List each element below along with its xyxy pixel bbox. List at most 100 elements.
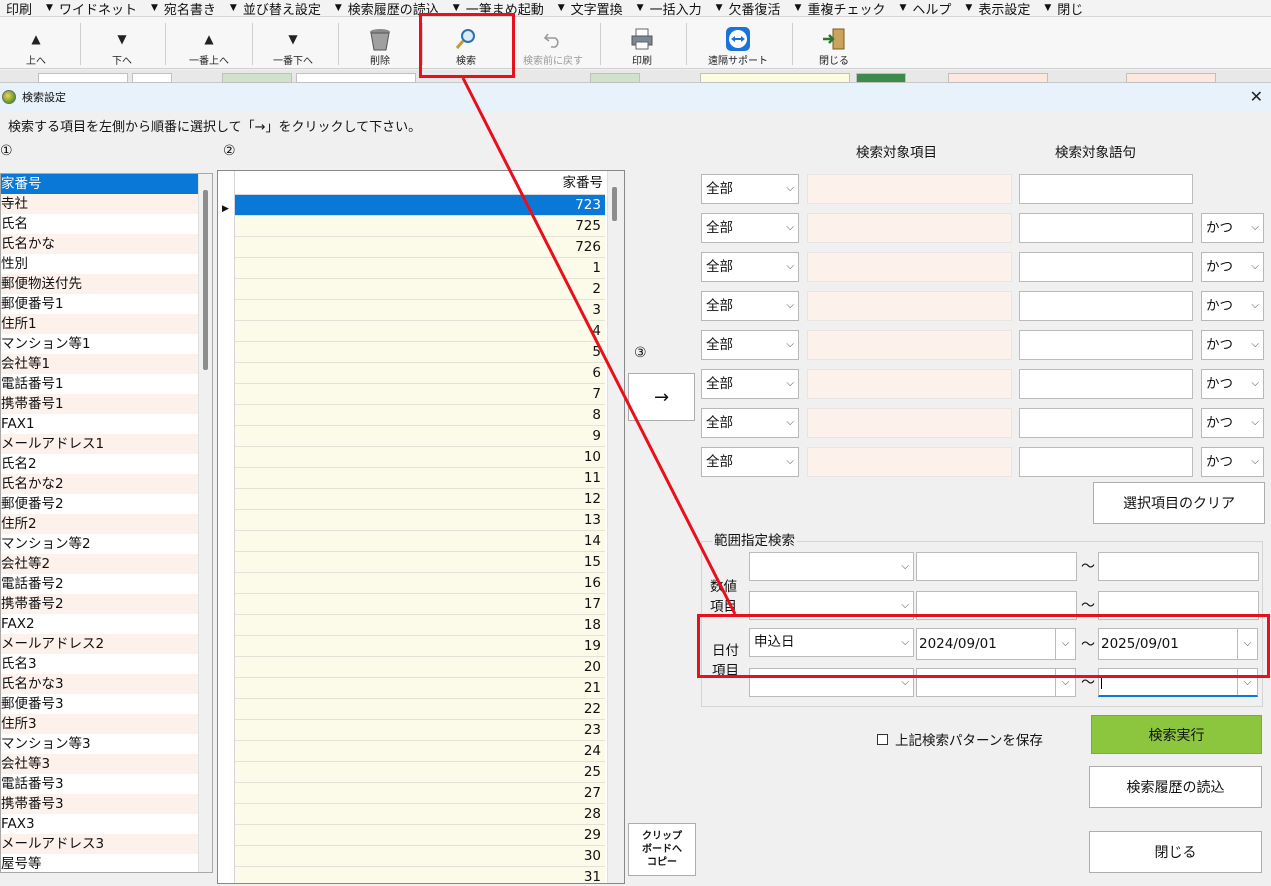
field-list-item[interactable]: FAX2 [1,614,199,634]
delete-button[interactable]: 削除 [356,21,404,67]
grid-row[interactable]: 6 [235,363,605,384]
field-list-item[interactable]: 郵便番号1 [1,294,199,314]
print-button[interactable]: 印刷 [620,21,664,67]
grid-scrollbar[interactable] [607,171,624,883]
menu-item[interactable]: ▼ 文字置換 [558,0,623,17]
menu-item[interactable]: ▼ 欠番復活 [716,0,781,17]
criteria-term-input[interactable] [1019,330,1193,360]
numeric-from-input-1[interactable] [916,552,1077,581]
field-list[interactable]: 家番号 寺社 氏名 氏名かな 性別 郵便物送付先 郵便番号1 住所1 マンション等1 会社等1 電話… [0,173,213,873]
conjunction-select[interactable]: かつ ⌵ [1201,213,1264,243]
scope-select[interactable]: 全部 ⌵ [701,447,799,477]
field-list-item[interactable]: 家番号 [1,174,199,194]
field-list-item[interactable]: メールアドレス3 [1,834,199,854]
grid-row[interactable]: 3 [235,300,605,321]
bottom-button[interactable]: ▼ 一番下へ [262,21,324,67]
field-list-item[interactable]: 郵便番号3 [1,694,199,714]
field-list-item[interactable]: 氏名3 [1,654,199,674]
criteria-term-input[interactable] [1019,252,1193,282]
grid-row[interactable]: 13 [235,510,605,531]
close-icon[interactable]: ✕ [1250,87,1263,106]
up-button[interactable]: ▲ 上へ [12,21,60,67]
grid-row[interactable]: 20 [235,657,605,678]
grid-row[interactable]: 16 [235,573,605,594]
grid-row[interactable]: 24 [235,741,605,762]
close-toolbar-button[interactable]: 閉じる [810,21,858,67]
grid-row[interactable]: 22 [235,699,605,720]
grid-row[interactable]: 15 [235,552,605,573]
execute-search-button[interactable]: 検索実行 [1091,715,1262,754]
grid-row[interactable]: 25 [235,762,605,783]
field-list-item[interactable]: 会社等3 [1,754,199,774]
field-list-item[interactable]: 性別 [1,254,199,274]
grid-row[interactable]: 7 [235,384,605,405]
undo-search-button[interactable]: 検索前に戻す [514,21,592,67]
menu-item[interactable]: ▼ 表示設定 [965,0,1030,17]
field-list-item[interactable]: 携帯番号3 [1,794,199,814]
grid-row[interactable]: 19 [235,636,605,657]
conjunction-select[interactable]: かつ ⌵ [1201,408,1264,438]
criteria-term-input[interactable] [1019,174,1193,204]
scope-select[interactable]: 全部 ⌵ [701,174,799,204]
grid-row[interactable]: 1 [235,258,605,279]
save-pattern-checkbox[interactable]: 上記検索パターンを保存 [877,729,1043,749]
grid-row[interactable]: 27 [235,783,605,804]
field-list-item[interactable]: 電話番号3 [1,774,199,794]
criteria-term-input[interactable] [1019,369,1193,399]
grid-row[interactable]: 31 [235,867,605,883]
grid-row[interactable]: 14 [235,531,605,552]
field-list-item[interactable]: 氏名2 [1,454,199,474]
field-list-scrollbar[interactable] [198,174,212,872]
criteria-item-field[interactable] [807,369,1012,399]
menu-item[interactable]: ▼ ヘルプ [899,0,951,17]
menu-item[interactable]: ▼ ワイドネット [46,0,137,17]
field-list-item[interactable]: マンション等1 [1,334,199,354]
scope-select[interactable]: 全部 ⌵ [701,252,799,282]
field-list-item[interactable]: メールアドレス1 [1,434,199,454]
down-button[interactable]: ▼ 下へ [98,21,146,67]
scope-select[interactable]: 全部 ⌵ [701,369,799,399]
criteria-item-field[interactable] [807,252,1012,282]
field-list-item[interactable]: 住所3 [1,714,199,734]
house-number-grid[interactable]: ▶ 家番号 723 725 726 1 2 3 4 5 6 7 8 9 10 11 12 13 14 15 16 17… [217,170,625,884]
top-button[interactable]: ▲ 一番上へ [178,21,240,67]
field-list-item[interactable]: 氏名かな2 [1,474,199,494]
grid-column-header[interactable]: 家番号 [235,171,605,195]
grid-row[interactable]: 9 [235,426,605,447]
field-list-item[interactable]: 電話番号1 [1,374,199,394]
field-list-item[interactable]: 住所2 [1,514,199,534]
grid-row[interactable]: 11 [235,468,605,489]
field-list-item[interactable]: 電話番号2 [1,574,199,594]
add-arrow-button[interactable]: → [628,373,695,421]
conjunction-select[interactable]: かつ ⌵ [1201,369,1264,399]
grid-row[interactable]: 29 [235,825,605,846]
field-list-item[interactable]: 会社等2 [1,554,199,574]
copy-to-clipboard-button[interactable]: クリップ ボードへ コピー [628,823,696,876]
field-list-item[interactable]: メールアドレス2 [1,634,199,654]
numeric-to-input-1[interactable] [1098,552,1259,581]
field-list-item[interactable]: 住所1 [1,314,199,334]
criteria-item-field[interactable] [807,213,1012,243]
grid-row[interactable]: 4 [235,321,605,342]
field-list-item[interactable]: 郵便物送付先 [1,274,199,294]
grid-row[interactable]: 18 [235,615,605,636]
grid-row[interactable]: 21 [235,678,605,699]
numeric-item-select-1[interactable]: ⌵ [749,552,914,581]
grid-row[interactable]: 5 [235,342,605,363]
checkbox-box[interactable] [877,733,888,745]
field-list-item[interactable]: 寺社 [1,194,199,214]
criteria-term-input[interactable] [1019,447,1193,477]
criteria-term-input[interactable] [1019,291,1193,321]
grid-row[interactable]: 2 [235,279,605,300]
field-list-item[interactable]: 屋号等 [1,854,199,872]
conjunction-select[interactable]: かつ ⌵ [1201,447,1264,477]
scope-select[interactable]: 全部 ⌵ [701,408,799,438]
field-list-item[interactable]: 氏名かな [1,234,199,254]
menu-item[interactable]: ▼ 一括入力 [637,0,702,17]
clear-selection-button[interactable]: 選択項目のクリア [1093,482,1265,524]
field-list-item[interactable]: 氏名 [1,214,199,234]
conjunction-select[interactable]: かつ ⌵ [1201,291,1264,321]
menu-item[interactable]: 印刷 [6,0,32,17]
criteria-item-field[interactable] [807,330,1012,360]
remote-support-button[interactable]: 遠隔サポート [698,21,778,67]
